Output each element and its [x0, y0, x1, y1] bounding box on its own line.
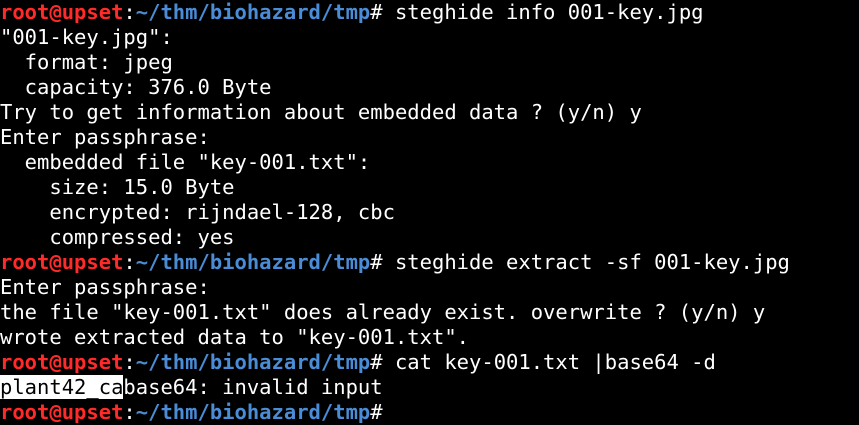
output-text: base64: invalid input: [123, 375, 383, 399]
prompt-line: root@upset:~/thm/biohazard/tmp# steghide…: [0, 0, 859, 25]
prompt-path: ~/thm/biohazard/tmp: [135, 350, 371, 374]
prompt-user: root@upset: [0, 0, 124, 24]
output-line: Try to get information about embedded da…: [0, 100, 859, 125]
output-text: format: jpeg: [0, 50, 173, 74]
output-line: plant42_cabase64: invalid input: [0, 375, 859, 400]
command-text: steghide info 001-key.jpg: [382, 0, 704, 24]
prompt-line: root@upset:~/thm/biohazard/tmp# cat key-…: [0, 350, 859, 375]
prompt-separator: :: [123, 250, 136, 274]
output-text: "001-key.jpg":: [0, 25, 173, 49]
prompt-user: root@upset: [0, 400, 124, 424]
prompt-line: root@upset:~/thm/biohazard/tmp# steghide…: [0, 250, 859, 275]
output-text: size: 15.0 Byte: [0, 175, 235, 199]
output-text: embedded file "key-001.txt":: [0, 150, 371, 174]
prompt-separator: :: [123, 400, 136, 424]
prompt-user: root@upset: [0, 250, 124, 274]
prompt-separator: :: [123, 0, 136, 24]
prompt-symbol: #: [370, 0, 383, 24]
output-text: Enter passphrase:: [0, 275, 210, 299]
output-line: encrypted: rijndael-128, cbc: [0, 200, 859, 225]
output-line: Enter passphrase:: [0, 125, 859, 150]
prompt-symbol: #: [370, 250, 383, 274]
output-text: Enter passphrase:: [0, 125, 210, 149]
command-text: cat key-001.txt |base64 -d: [382, 350, 716, 374]
prompt-path: ~/thm/biohazard/tmp: [135, 0, 371, 24]
output-text: compressed: yes: [0, 225, 235, 249]
output-line: format: jpeg: [0, 50, 859, 75]
output-text: encrypted: rijndael-128, cbc: [0, 200, 395, 224]
selected-text[interactable]: plant42_ca: [0, 375, 124, 399]
prompt-separator: :: [123, 350, 136, 374]
output-text: capacity: 376.0 Byte: [0, 75, 272, 99]
terminal-window[interactable]: root@upset:~/thm/biohazard/tmp# steghide…: [0, 0, 859, 425]
output-line: size: 15.0 Byte: [0, 175, 859, 200]
prompt-path: ~/thm/biohazard/tmp: [135, 250, 371, 274]
prompt-line: root@upset:~/thm/biohazard/tmp#: [0, 400, 859, 425]
output-line: wrote extracted data to "key-001.txt".: [0, 325, 859, 350]
prompt-symbol: #: [370, 400, 383, 424]
prompt-symbol: #: [370, 350, 383, 374]
output-line: compressed: yes: [0, 225, 859, 250]
command-text: steghide extract -sf 001-key.jpg: [382, 250, 790, 274]
output-text: the file "key-001.txt" does already exis…: [0, 300, 766, 324]
output-line: "001-key.jpg":: [0, 25, 859, 50]
output-text: Try to get information about embedded da…: [0, 100, 642, 124]
prompt-user: root@upset: [0, 350, 124, 374]
output-line: Enter passphrase:: [0, 275, 859, 300]
output-text: wrote extracted data to "key-001.txt".: [0, 325, 469, 349]
output-line: capacity: 376.0 Byte: [0, 75, 859, 100]
output-line: embedded file "key-001.txt":: [0, 150, 859, 175]
prompt-path: ~/thm/biohazard/tmp: [135, 400, 371, 424]
output-line: the file "key-001.txt" does already exis…: [0, 300, 859, 325]
